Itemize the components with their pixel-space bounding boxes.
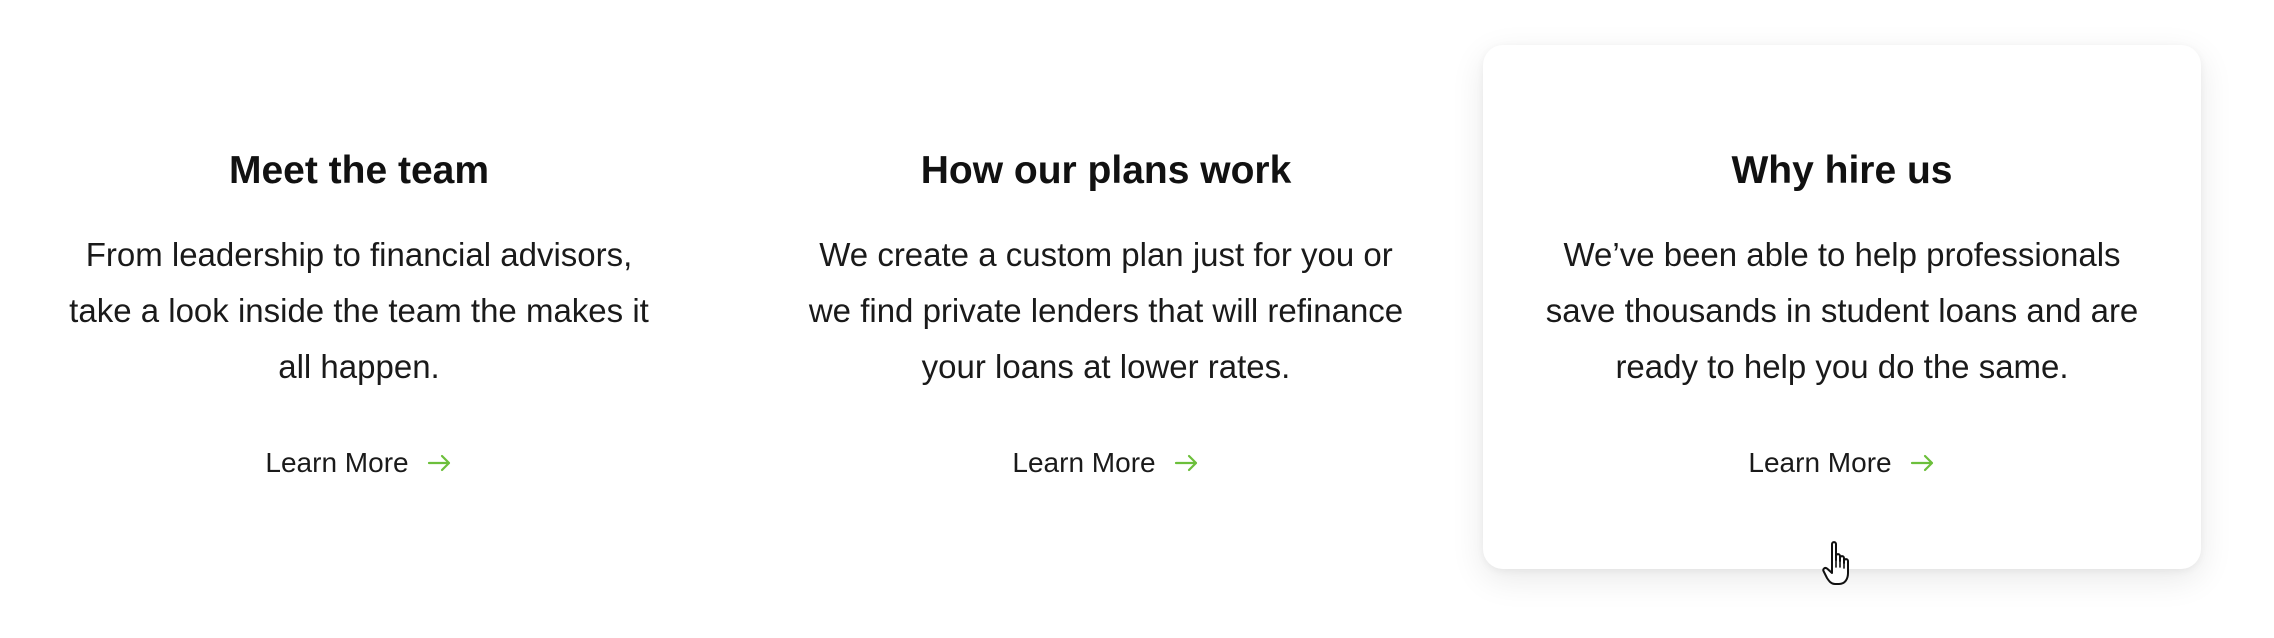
learn-more-label: Learn More — [265, 447, 409, 478]
feature-card-why-hire[interactable]: Why hire us We’ve been able to help prof… — [1483, 45, 2201, 569]
arrow-right-icon — [1910, 454, 1933, 472]
card-description: We’ve been able to help professionals sa… — [1545, 236, 2139, 385]
card-description: We create a custom plan just for you or … — [808, 236, 1404, 385]
learn-more-link[interactable]: Learn More — [747, 445, 1465, 481]
card-description: From leadership to financial advisors, t… — [69, 236, 649, 385]
arrow-right-icon — [1174, 454, 1197, 472]
hand-pointer-icon — [1822, 541, 1849, 585]
card-title: How our plans work — [920, 149, 1292, 192]
card-title: Meet the team — [228, 149, 490, 192]
learn-more-label: Learn More — [1748, 447, 1892, 478]
features-section: Meet the team From leadership to financi… — [0, 0, 2274, 638]
arrow-right-icon — [427, 454, 450, 472]
card-title: Why hire us — [1731, 149, 1953, 192]
learn-more-link[interactable]: Learn More — [0, 445, 718, 481]
learn-more-link[interactable]: Learn More — [1483, 445, 2201, 481]
learn-more-label: Learn More — [1012, 447, 1156, 478]
feature-card-plans: How our plans work We create a custom pl… — [747, 45, 1465, 569]
feature-card-team: Meet the team From leadership to financi… — [0, 45, 718, 569]
